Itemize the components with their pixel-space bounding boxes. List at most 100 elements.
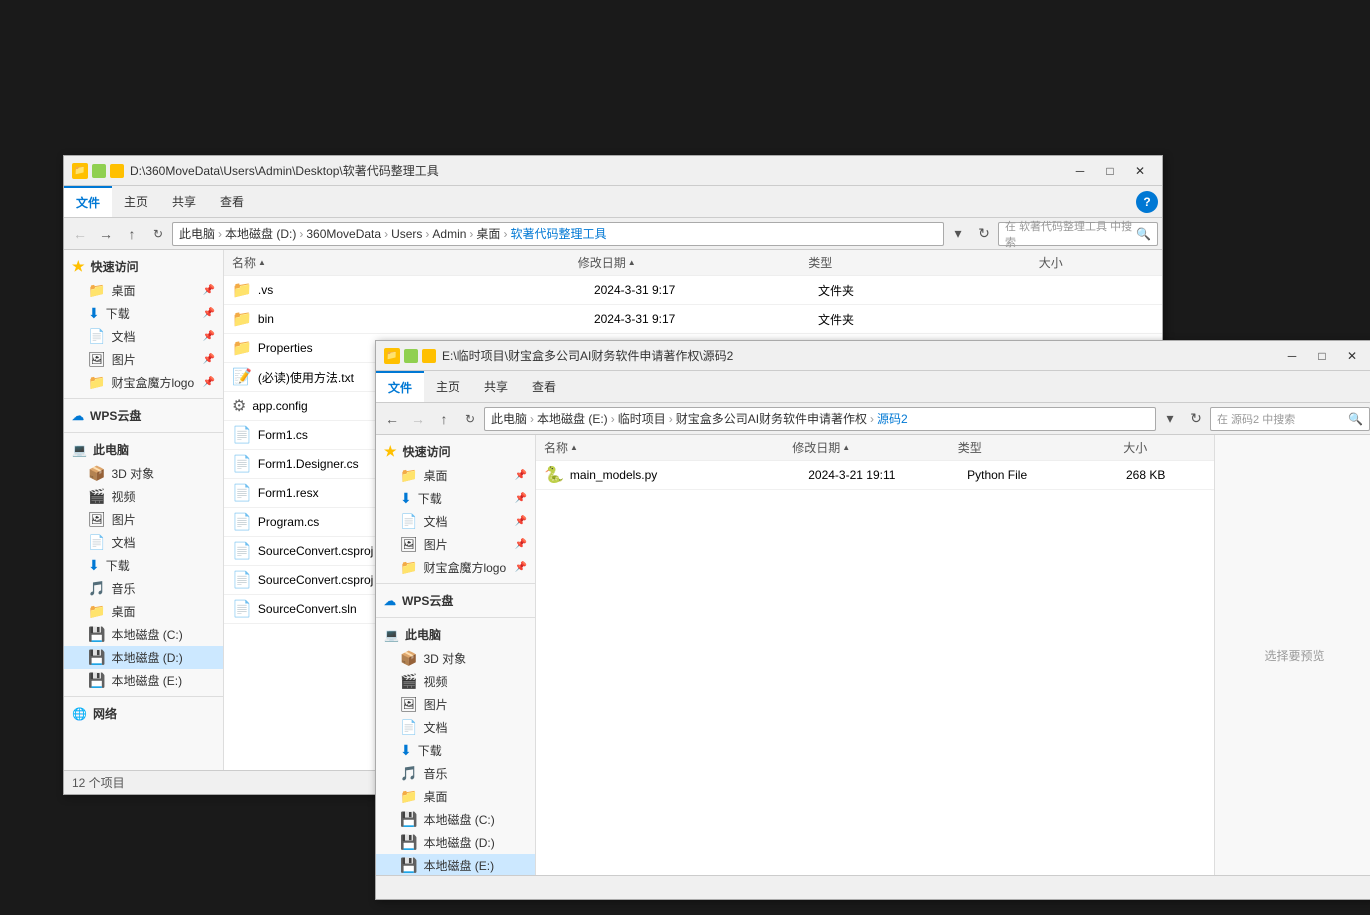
up-button-2[interactable]: ↑ (432, 407, 456, 431)
tab-share-2[interactable]: 共享 (472, 372, 520, 401)
sidebar-item-pics-1[interactable]: 🖼 图片 📌 (64, 348, 223, 371)
col2-header-size: 大小 (1123, 439, 1206, 456)
sidebar2-diske[interactable]: 💾 本地磁盘 (E:) (376, 854, 535, 875)
minimize-button-1[interactable]: ─ (1066, 159, 1094, 183)
label2-diskc: 本地磁盘 (C:) (423, 811, 494, 828)
title-bar-1: 📁 D:\360MoveData\Users\Admin\Desktop\软著代… (64, 156, 1162, 186)
back-button-2[interactable]: ← (380, 407, 404, 431)
divider-2 (64, 432, 223, 433)
sidebar-pics2-1[interactable]: 🖼 图片 (64, 508, 223, 531)
file-row[interactable]: 📁 bin 2024-3-31 9:17 文件夹 (224, 305, 1162, 334)
sidebar2-diskc[interactable]: 💾 本地磁盘 (C:) (376, 808, 535, 831)
search-bar-2[interactable]: 在 源码2 中搜索 🔍 (1210, 407, 1370, 431)
search-bar-1[interactable]: 在 软著代码整理工具 中搜索 🔍 (998, 222, 1158, 246)
refresh-button-1[interactable]: ↻ (146, 222, 170, 246)
sidebar2-item-desktop[interactable]: 📁 桌面 📌 (376, 464, 535, 487)
tab-file-2[interactable]: 文件 (376, 371, 424, 402)
file-row[interactable]: 📁 .vs 2024-3-31 9:17 文件夹 (224, 276, 1162, 305)
txt-icon: 📝 (232, 367, 252, 387)
col-header-size-1: 大小 (1039, 254, 1154, 271)
help-button-1[interactable]: ? (1136, 191, 1158, 213)
sidebar-music-1[interactable]: 🎵 音乐 (64, 577, 223, 600)
sidebar-item-desktop-1[interactable]: 📁 桌面 📌 (64, 279, 223, 302)
col-header-name-1[interactable]: 名称 (232, 254, 578, 271)
close-button-1[interactable]: ✕ (1126, 159, 1154, 183)
search-placeholder-1: 在 软著代码整理工具 中搜索 (1005, 218, 1136, 250)
music2-icon: 🎵 (400, 765, 417, 782)
col2-header-name[interactable]: 名称 (544, 439, 792, 456)
explorer-window-2: 📁 E:\临时项目\财宝盒多公司AI财务软件申请著作权\源码2 ─ □ ✕ 文件… (375, 340, 1370, 900)
sidebar2-diskd[interactable]: 💾 本地磁盘 (D:) (376, 831, 535, 854)
label2-diskd: 本地磁盘 (D:) (423, 834, 494, 851)
refresh-button-2[interactable]: ↻ (458, 407, 482, 431)
computer-header-1[interactable]: 💻 此电脑 (64, 437, 223, 462)
maximize-button-1[interactable]: □ (1096, 159, 1124, 183)
col-header-date-1[interactable]: 修改日期 (578, 254, 809, 271)
sidebar2-video[interactable]: 🎬 视频 (376, 670, 535, 693)
title-bar-icons-1: 📁 (72, 163, 124, 179)
star-icon-2: ★ (384, 443, 397, 460)
tab-share-1[interactable]: 共享 (160, 187, 208, 216)
sidebar-diske-1[interactable]: 💾 本地磁盘 (E:) (64, 669, 223, 692)
back-button-1[interactable]: ← (68, 222, 92, 246)
label2-music: 音乐 (423, 765, 447, 782)
sidebar2-item-download[interactable]: ⬇ 下载 📌 (376, 487, 535, 510)
up-button-1[interactable]: ↑ (120, 222, 144, 246)
dropdown-btn-1[interactable]: ▾ (946, 222, 970, 246)
tab-file-1[interactable]: 文件 (64, 186, 112, 217)
col2-header-date[interactable]: 修改日期 (792, 439, 958, 456)
sidebar-download2-1[interactable]: ⬇ 下载 (64, 554, 223, 577)
network-header-1[interactable]: 🌐 网络 (64, 701, 223, 726)
wps-header-1[interactable]: ☁ WPS云盘 (64, 403, 223, 428)
cs-icon-designer: 📄 (232, 454, 252, 474)
tab-home-2[interactable]: 主页 (424, 372, 472, 401)
dropdown-btn-2[interactable]: ▾ (1158, 407, 1182, 431)
sidebar-item-logo-1[interactable]: 📁 财宝盒魔方logo 📌 (64, 371, 223, 394)
sidebar2-item-logo[interactable]: 📁 财宝盒魔方logo 📌 (376, 556, 535, 579)
forward-button-1[interactable]: → (94, 222, 118, 246)
pics-icon-1: 🖼 (88, 351, 106, 368)
wps-header-2[interactable]: ☁ WPS云盘 (376, 588, 535, 613)
sidebar-item-download-1[interactable]: ⬇ 下载 📌 (64, 302, 223, 325)
tab-view-1[interactable]: 查看 (208, 187, 256, 216)
csproj-icon-2: 📄 (232, 570, 252, 590)
sidebar-diskc-1[interactable]: 💾 本地磁盘 (C:) (64, 623, 223, 646)
refresh2-btn-1[interactable]: ↻ (972, 222, 996, 246)
sidebar-docs2-1[interactable]: 📄 文档 (64, 531, 223, 554)
sidebar2-download2[interactable]: ⬇ 下载 (376, 739, 535, 762)
maximize-button-2[interactable]: □ (1308, 344, 1336, 368)
title-bar-icons-2: 📁 (384, 348, 436, 364)
sidebar2-item-pics[interactable]: 🖼 图片 📌 (376, 533, 535, 556)
bc2-disk: 本地磁盘 (E:) (537, 410, 608, 427)
network-section-1: 🌐 网络 (64, 701, 223, 726)
music-icon-1: 🎵 (88, 580, 105, 597)
refresh2-btn-2[interactable]: ↻ (1184, 407, 1208, 431)
tab-home-1[interactable]: 主页 (112, 187, 160, 216)
quick-access-header-2[interactable]: ★ 快速访问 (376, 439, 535, 464)
sidebar2-3d[interactable]: 📦 3D 对象 (376, 647, 535, 670)
forward-button-2[interactable]: → (406, 407, 430, 431)
sidebar2-pics2[interactable]: 🖼 图片 (376, 693, 535, 716)
minimize-button-2[interactable]: ─ (1278, 344, 1306, 368)
sidebar-diskd-1[interactable]: 💾 本地磁盘 (D:) (64, 646, 223, 669)
tab-view-2[interactable]: 查看 (520, 372, 568, 401)
close-button-2[interactable]: ✕ (1338, 344, 1366, 368)
sidebar-video-1[interactable]: 🎬 视频 (64, 485, 223, 508)
address-bar-2[interactable]: 此电脑 › 本地磁盘 (E:) › 临时项目 › 财宝盒多公司AI财务软件申请著… (484, 407, 1156, 431)
sidebar2-music[interactable]: 🎵 音乐 (376, 762, 535, 785)
divider2-2 (376, 617, 535, 618)
label2-diske: 本地磁盘 (E:) (423, 857, 494, 874)
label-music-1: 音乐 (111, 580, 135, 597)
file-row-main-models[interactable]: 🐍 main_models.py 2024-3-21 19:11 Python … (536, 461, 1214, 490)
file-list-header-2: 名称 修改日期 类型 大小 (536, 435, 1214, 461)
address-bar-1[interactable]: 此电脑 › 本地磁盘 (D:) › 360MoveData › Users › … (172, 222, 944, 246)
sidebar-item-docs-1[interactable]: 📄 文档 📌 (64, 325, 223, 348)
sidebar2-desktop2[interactable]: 📁 桌面 (376, 785, 535, 808)
sidebar2-docs2[interactable]: 📄 文档 (376, 716, 535, 739)
sidebar-3d-1[interactable]: 📦 3D 对象 (64, 462, 223, 485)
title-bar-2: 📁 E:\临时项目\财宝盒多公司AI财务软件申请著作权\源码2 ─ □ ✕ (376, 341, 1370, 371)
sidebar2-item-docs[interactable]: 📄 文档 📌 (376, 510, 535, 533)
sidebar-desktop2-1[interactable]: 📁 桌面 (64, 600, 223, 623)
computer-header-2[interactable]: 💻 此电脑 (376, 622, 535, 647)
quick-access-header-1[interactable]: ★ 快速访问 (64, 254, 223, 279)
